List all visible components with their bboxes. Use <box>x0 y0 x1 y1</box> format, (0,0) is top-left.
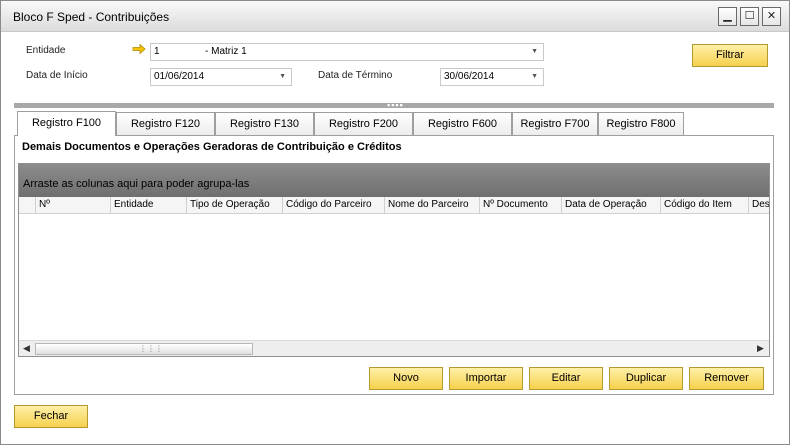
entidade-code: 1 <box>154 46 160 57</box>
chevron-down-icon: ▼ <box>531 48 538 55</box>
editar-button[interactable]: Editar <box>529 367 603 390</box>
chevron-down-icon: ▼ <box>279 73 286 80</box>
close-button[interactable]: ✕ <box>762 7 781 26</box>
app-window: Bloco F Sped - Contribuições ▁ ☐ ✕ Entid… <box>0 0 790 445</box>
duplicar-button[interactable]: Duplicar <box>609 367 683 390</box>
column-header-descricao[interactable]: Des <box>749 197 769 213</box>
chevron-down-icon: ▼ <box>531 73 538 80</box>
tab-registro-f100[interactable]: Registro F100 <box>17 111 116 136</box>
column-header-codigo-parceiro[interactable]: Código do Parceiro <box>283 197 385 213</box>
column-header-numero-documento[interactable]: Nº Documento <box>480 197 562 213</box>
maximize-button[interactable]: ☐ <box>740 7 759 26</box>
window-title: Bloco F Sped - Contribuições <box>13 10 170 24</box>
entidade-select[interactable]: 1 - Matriz 1 ▼ <box>150 43 544 61</box>
data-termino-label: Data de Término <box>318 70 393 81</box>
tab-registro-f200[interactable]: Registro F200 <box>314 112 413 135</box>
data-inicio-field[interactable]: 01/06/2014 ▼ <box>150 68 292 86</box>
tab-registro-f700[interactable]: Registro F700 <box>512 112 598 135</box>
horizontal-scrollbar[interactable]: ◀ ⋮⋮⋮ ▶ <box>19 340 769 356</box>
column-header-entidade[interactable]: Entidade <box>111 197 187 213</box>
column-header-tipo-operacao[interactable]: Tipo de Operação <box>187 197 283 213</box>
entidade-name: - Matriz 1 <box>205 46 247 57</box>
tab-registro-f600[interactable]: Registro F600 <box>413 112 512 135</box>
group-by-hint: Arraste as colunas aqui para poder agrup… <box>23 178 250 190</box>
grid-header-row: Nº Entidade Tipo de Operação Código do P… <box>19 197 769 214</box>
tab-registro-f120[interactable]: Registro F120 <box>116 112 215 135</box>
group-by-area[interactable]: Arraste as colunas aqui para poder agrup… <box>19 164 769 197</box>
importar-button[interactable]: Importar <box>449 367 523 390</box>
tab-registro-f800[interactable]: Registro F800 <box>598 112 684 135</box>
splitter[interactable]: ▪▪▪▪ <box>14 100 774 110</box>
row-selector-header[interactable] <box>19 197 36 213</box>
scrollbar-thumb[interactable]: ⋮⋮⋮ <box>35 343 253 355</box>
data-termino-field[interactable]: 30/06/2014 ▼ <box>440 68 544 86</box>
tab-registro-f130[interactable]: Registro F130 <box>215 112 314 135</box>
scroll-right-icon[interactable]: ▶ <box>757 343 764 354</box>
novo-button[interactable]: Novo <box>369 367 443 390</box>
column-header-numero[interactable]: Nº <box>36 197 111 213</box>
entidade-label: Entidade <box>26 45 66 56</box>
minimize-button[interactable]: ▁ <box>718 7 737 26</box>
grip-icon: ⋮⋮⋮ <box>139 344 163 353</box>
link-arrow-icon[interactable] <box>132 44 146 54</box>
column-header-codigo-item[interactable]: Código do Item <box>661 197 749 213</box>
data-inicio-value: 01/06/2014 <box>154 71 205 82</box>
column-header-data-operacao[interactable]: Data de Operação <box>562 197 661 213</box>
splitter-grip-icon: ▪▪▪▪ <box>387 100 404 110</box>
remover-button[interactable]: Remover <box>689 367 764 390</box>
data-grid[interactable]: Arraste as colunas aqui para poder agrup… <box>18 163 770 357</box>
data-inicio-label: Data de Início <box>26 70 88 81</box>
column-header-nome-parceiro[interactable]: Nome do Parceiro <box>385 197 480 213</box>
scroll-left-icon[interactable]: ◀ <box>23 343 30 354</box>
fechar-button[interactable]: Fechar <box>14 405 88 428</box>
tab-panel: Demais Documentos e Operações Geradoras … <box>14 135 774 395</box>
panel-title: Demais Documentos e Operações Geradoras … <box>22 141 402 153</box>
data-termino-value: 30/06/2014 <box>444 71 495 82</box>
title-bar: Bloco F Sped - Contribuições ▁ ☐ ✕ <box>1 1 789 32</box>
filtrar-button[interactable]: Filtrar <box>692 44 768 67</box>
